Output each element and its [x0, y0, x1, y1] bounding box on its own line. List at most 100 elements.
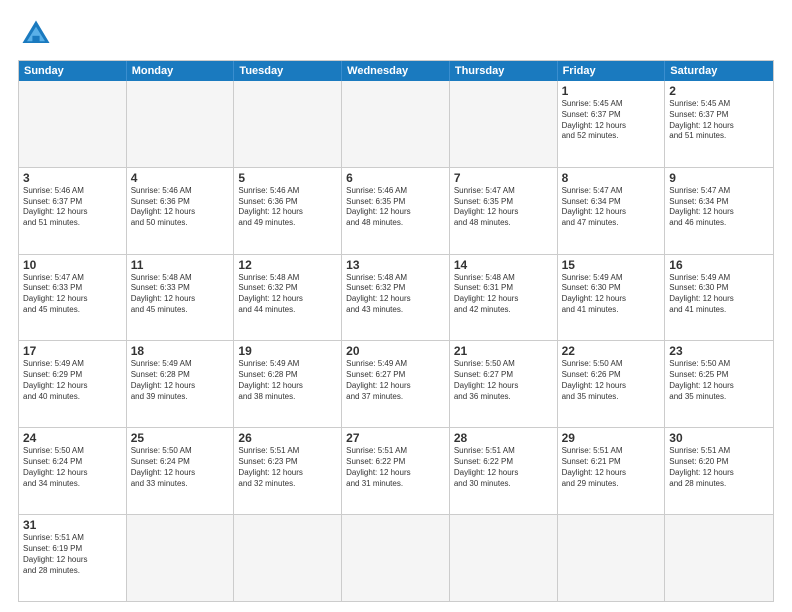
- day-number: 8: [562, 171, 661, 185]
- calendar-cell-4-6: 30Sunrise: 5:51 AM Sunset: 6:20 PM Dayli…: [665, 428, 773, 514]
- day-info: Sunrise: 5:49 AM Sunset: 6:29 PM Dayligh…: [23, 359, 122, 402]
- calendar-cell-2-4: 14Sunrise: 5:48 AM Sunset: 6:31 PM Dayli…: [450, 255, 558, 341]
- day-info: Sunrise: 5:49 AM Sunset: 6:30 PM Dayligh…: [669, 273, 769, 316]
- day-number: 16: [669, 258, 769, 272]
- day-info: Sunrise: 5:49 AM Sunset: 6:30 PM Dayligh…: [562, 273, 661, 316]
- day-number: 22: [562, 344, 661, 358]
- day-info: Sunrise: 5:49 AM Sunset: 6:27 PM Dayligh…: [346, 359, 445, 402]
- calendar-cell-3-4: 21Sunrise: 5:50 AM Sunset: 6:27 PM Dayli…: [450, 341, 558, 427]
- day-info: Sunrise: 5:49 AM Sunset: 6:28 PM Dayligh…: [131, 359, 230, 402]
- calendar-cell-0-0: [19, 81, 127, 167]
- calendar-row-3: 17Sunrise: 5:49 AM Sunset: 6:29 PM Dayli…: [19, 340, 773, 427]
- day-info: Sunrise: 5:48 AM Sunset: 6:32 PM Dayligh…: [238, 273, 337, 316]
- logo: [18, 16, 58, 52]
- day-info: Sunrise: 5:46 AM Sunset: 6:35 PM Dayligh…: [346, 186, 445, 229]
- calendar-row-4: 24 Sunrise: 5:50 AM Sunset: 6:24 PM Dayli…: [19, 427, 773, 514]
- day-number: 3: [23, 171, 122, 185]
- calendar-body: 1Sunrise: 5:45 AM Sunset: 6:37 PM Daylig…: [19, 81, 773, 601]
- day-number: 7: [454, 171, 553, 185]
- day-info: Sunrise: 5:51 AM Sunset: 6:21 PM Dayligh…: [562, 446, 661, 489]
- day-info: Sunrise: 5:48 AM Sunset: 6:32 PM Dayligh…: [346, 273, 445, 316]
- day-number: 11: [131, 258, 230, 272]
- calendar-row-2: 10Sunrise: 5:47 AM Sunset: 6:33 PM Dayli…: [19, 254, 773, 341]
- day-number: 28: [454, 431, 553, 445]
- calendar-cell-0-4: [450, 81, 558, 167]
- day-info: Sunrise: 5:46 AM Sunset: 6:36 PM Dayligh…: [131, 186, 230, 229]
- calendar-cell-4-2: 26Sunrise: 5:51 AM Sunset: 6:23 PM Dayli…: [234, 428, 342, 514]
- calendar-cell-4-5: 29Sunrise: 5:51 AM Sunset: 6:21 PM Dayli…: [558, 428, 666, 514]
- day-number: 1: [562, 84, 661, 98]
- calendar-cell-3-6: 23Sunrise: 5:50 AM Sunset: 6:25 PM Dayli…: [665, 341, 773, 427]
- day-info: Sunrise: 5:46 AM Sunset: 6:36 PM Dayligh…: [238, 186, 337, 229]
- calendar-cell-3-2: 19Sunrise: 5:49 AM Sunset: 6:28 PM Dayli…: [234, 341, 342, 427]
- calendar-cell-5-5: [558, 515, 666, 601]
- day-number: 19: [238, 344, 337, 358]
- calendar-cell-2-1: 11Sunrise: 5:48 AM Sunset: 6:33 PM Dayli…: [127, 255, 235, 341]
- page: SundayMondayTuesdayWednesdayThursdayFrid…: [0, 0, 792, 612]
- calendar-cell-2-5: 15Sunrise: 5:49 AM Sunset: 6:30 PM Dayli…: [558, 255, 666, 341]
- day-info: Sunrise: 5:45 AM Sunset: 6:37 PM Dayligh…: [562, 99, 661, 142]
- calendar: SundayMondayTuesdayWednesdayThursdayFrid…: [18, 60, 774, 602]
- calendar-cell-4-0: 24Sunrise: 5:50 AM Sunset: 6:24 PM Dayli…: [19, 428, 127, 514]
- weekday-header-thursday: Thursday: [450, 61, 558, 81]
- weekday-header-tuesday: Tuesday: [234, 61, 342, 81]
- weekday-header-monday: Monday: [127, 61, 235, 81]
- calendar-cell-0-3: [342, 81, 450, 167]
- calendar-cell-1-0: 3Sunrise: 5:46 AM Sunset: 6:37 PM Daylig…: [19, 168, 127, 254]
- calendar-cell-2-3: 13Sunrise: 5:48 AM Sunset: 6:32 PM Dayli…: [342, 255, 450, 341]
- day-number: 30: [669, 431, 769, 445]
- calendar-cell-4-1: 25Sunrise: 5:50 AM Sunset: 6:24 PM Dayli…: [127, 428, 235, 514]
- calendar-cell-2-2: 12Sunrise: 5:48 AM Sunset: 6:32 PM Dayli…: [234, 255, 342, 341]
- day-number: 18: [131, 344, 230, 358]
- day-info: Sunrise: 5:50 AM Sunset: 6:26 PM Dayligh…: [562, 359, 661, 402]
- day-number: 15: [562, 258, 661, 272]
- day-info: Sunrise: 5:47 AM Sunset: 6:33 PM Dayligh…: [23, 273, 122, 316]
- day-number: 6: [346, 171, 445, 185]
- calendar-cell-0-2: [234, 81, 342, 167]
- day-info: Sunrise: 5:48 AM Sunset: 6:31 PM Dayligh…: [454, 273, 553, 316]
- calendar-cell-2-0: 10Sunrise: 5:47 AM Sunset: 6:33 PM Dayli…: [19, 255, 127, 341]
- day-info: Sunrise: 5:49 AM Sunset: 6:28 PM Dayligh…: [238, 359, 337, 402]
- day-number: 26: [238, 431, 337, 445]
- day-info: Sunrise: 5:51 AM Sunset: 6:20 PM Dayligh…: [669, 446, 769, 489]
- logo-icon: [18, 16, 54, 52]
- calendar-cell-5-2: [234, 515, 342, 601]
- day-info: Sunrise: 5:47 AM Sunset: 6:34 PM Dayligh…: [669, 186, 769, 229]
- calendar-cell-3-5: 22Sunrise: 5:50 AM Sunset: 6:26 PM Dayli…: [558, 341, 666, 427]
- weekday-header-sunday: Sunday: [19, 61, 127, 81]
- day-info: Sunrise: 5:50 AM Sunset: 6:25 PM Dayligh…: [669, 359, 769, 402]
- calendar-row-0: 1Sunrise: 5:45 AM Sunset: 6:37 PM Daylig…: [19, 81, 773, 167]
- day-number: 20: [346, 344, 445, 358]
- calendar-cell-3-0: 17Sunrise: 5:49 AM Sunset: 6:29 PM Dayli…: [19, 341, 127, 427]
- calendar-cell-2-6: 16Sunrise: 5:49 AM Sunset: 6:30 PM Dayli…: [665, 255, 773, 341]
- calendar-header: SundayMondayTuesdayWednesdayThursdayFrid…: [19, 61, 773, 81]
- calendar-row-5: 31Sunrise: 5:51 AM Sunset: 6:19 PM Dayli…: [19, 514, 773, 601]
- calendar-cell-5-6: [665, 515, 773, 601]
- day-number: 10: [23, 258, 122, 272]
- day-number: 21: [454, 344, 553, 358]
- calendar-cell-5-4: [450, 515, 558, 601]
- day-info: Sunrise: 5:51 AM Sunset: 6:19 PM Dayligh…: [23, 533, 122, 576]
- day-info: Sunrise: 5:48 AM Sunset: 6:33 PM Dayligh…: [131, 273, 230, 316]
- calendar-row-1: 3Sunrise: 5:46 AM Sunset: 6:37 PM Daylig…: [19, 167, 773, 254]
- calendar-cell-1-2: 5Sunrise: 5:46 AM Sunset: 6:36 PM Daylig…: [234, 168, 342, 254]
- day-info: Sunrise: 5:46 AM Sunset: 6:37 PM Dayligh…: [23, 186, 122, 229]
- calendar-cell-5-1: [127, 515, 235, 601]
- day-info: Sunrise: 5:50 AM Sunset: 6:24 PM Dayligh…: [131, 446, 230, 489]
- day-info: Sunrise: 5:51 AM Sunset: 6:22 PM Dayligh…: [346, 446, 445, 489]
- day-number: 29: [562, 431, 661, 445]
- day-number: 14: [454, 258, 553, 272]
- weekday-header-wednesday: Wednesday: [342, 61, 450, 81]
- calendar-cell-0-6: 2Sunrise: 5:45 AM Sunset: 6:37 PM Daylig…: [665, 81, 773, 167]
- calendar-cell-0-5: 1Sunrise: 5:45 AM Sunset: 6:37 PM Daylig…: [558, 81, 666, 167]
- day-info: Sunrise: 5:47 AM Sunset: 6:35 PM Dayligh…: [454, 186, 553, 229]
- day-number: 5: [238, 171, 337, 185]
- day-number: 17: [23, 344, 122, 358]
- weekday-header-saturday: Saturday: [665, 61, 773, 81]
- day-number: 9: [669, 171, 769, 185]
- day-number: 24: [23, 431, 122, 445]
- calendar-cell-3-1: 18Sunrise: 5:49 AM Sunset: 6:28 PM Dayli…: [127, 341, 235, 427]
- calendar-cell-1-4: 7Sunrise: 5:47 AM Sunset: 6:35 PM Daylig…: [450, 168, 558, 254]
- day-number: 31: [23, 518, 122, 532]
- day-number: 23: [669, 344, 769, 358]
